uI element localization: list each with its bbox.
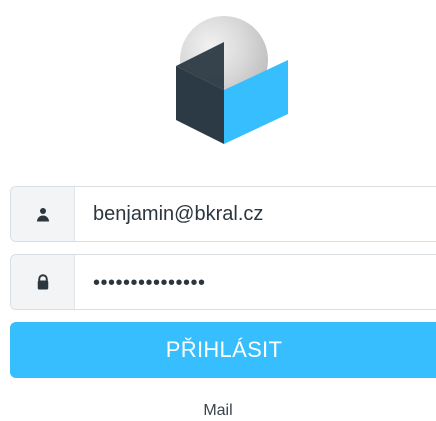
login-page: benjamin@bkral.cz ••••••••••••••• PŘIHLÁ… [0,0,436,421]
product-name: Mail [203,402,233,419]
password-input[interactable]: ••••••••••••••• [75,255,436,309]
username-field[interactable]: benjamin@bkral.cz [10,186,436,242]
password-field[interactable]: ••••••••••••••• [10,254,436,310]
password-icon-box [11,255,75,309]
user-icon [36,208,49,222]
login-button[interactable]: PŘIHLÁSIT [10,322,436,378]
username-input[interactable]: benjamin@bkral.cz [75,187,436,241]
username-icon-box [11,187,75,241]
lock-icon [37,274,48,290]
roundcube-logo [176,16,288,144]
